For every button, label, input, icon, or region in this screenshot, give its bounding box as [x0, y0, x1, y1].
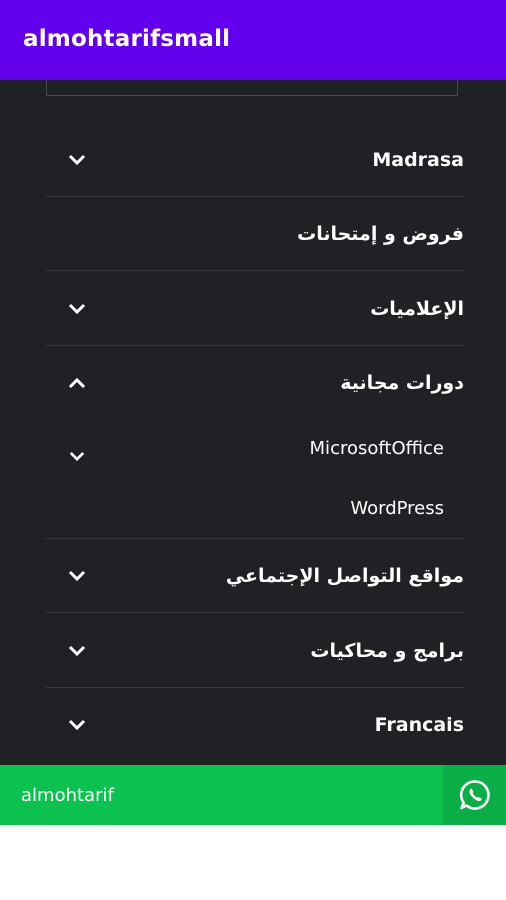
menu-item-madrasa[interactable]: Madrasa — [46, 123, 464, 197]
whatsapp-icon[interactable] — [443, 765, 506, 825]
menu-item-software-simulators[interactable]: برامج و محاكيات — [46, 614, 464, 688]
chevron-down-icon[interactable] — [66, 714, 88, 736]
submenu-item-wordpress[interactable]: WordPress — [46, 478, 464, 539]
menu-item-computing[interactable]: الإعلاميات — [46, 272, 464, 346]
chevron-up-icon[interactable] — [66, 372, 88, 394]
app-title: almohtarifsmall — [23, 26, 231, 52]
whatsapp-bar[interactable]: almohtarif — [0, 765, 506, 825]
menu-item-label: الإعلاميات — [370, 297, 464, 320]
submenu-item-label: MicrosoftOffice — [309, 437, 444, 459]
submenu-item-microsoft-office[interactable]: MicrosoftOffice — [46, 419, 444, 477]
search-box[interactable] — [46, 80, 458, 96]
whatsapp-bar-label: almohtarif — [21, 784, 114, 806]
menu-item-label: فروض و إمتحانات — [297, 222, 464, 245]
menu-item-label: Francais — [374, 714, 464, 736]
menu-item-homework-exams[interactable]: فروض و إمتحانات — [46, 197, 464, 271]
menu-item-free-courses[interactable]: دورات مجانية — [46, 346, 464, 420]
submenu-item-label: WordPress — [350, 497, 444, 519]
menu-item-label: دورات مجانية — [340, 372, 464, 394]
chevron-down-icon[interactable] — [66, 149, 88, 171]
navigation-menu: Madrasa فروض و إمتحانات الإعلاميات دورات… — [0, 80, 506, 765]
chevron-down-icon[interactable] — [66, 445, 88, 467]
menu-item-label: برامج و محاكيات — [310, 639, 464, 662]
menu-item-social-media[interactable]: مواقع التواصل الإجتماعي — [46, 539, 464, 613]
app-bar: almohtarifsmall — [0, 0, 506, 80]
menu-item-francais[interactable]: Francais — [46, 688, 464, 762]
chevron-down-icon[interactable] — [66, 565, 88, 587]
menu-item-label: Madrasa — [372, 148, 464, 171]
chevron-down-icon[interactable] — [66, 298, 88, 320]
menu-item-label: مواقع التواصل الإجتماعي — [225, 564, 464, 587]
chevron-down-icon[interactable] — [66, 640, 88, 662]
